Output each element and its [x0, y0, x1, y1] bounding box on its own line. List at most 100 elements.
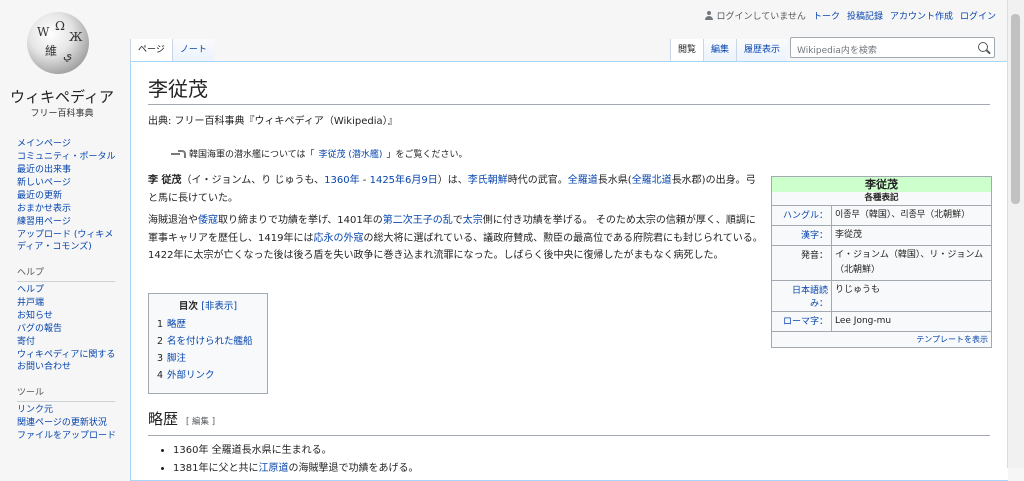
sidebar-heading-tools: ツール	[17, 385, 115, 402]
tab-talk[interactable]: ノート	[171, 39, 214, 61]
text: 海賊退治や	[148, 215, 198, 226]
toc-header: 目次 [非表示]	[157, 298, 259, 312]
toc-item[interactable]: 2 名を付けられた艦船	[157, 336, 259, 348]
search-icon[interactable]	[978, 42, 988, 52]
text: 取り締まりで功績を挙げ、1401年の	[218, 215, 383, 226]
sidebar: メインページ コミュニティ・ポータル 最近の出来事 新しいページ 最近の更新 お…	[0, 139, 130, 444]
toc-link[interactable]: 略歴	[167, 319, 186, 330]
create-account-link[interactable]: アカウント作成	[890, 9, 953, 22]
show-template-link[interactable]: テンプレートを表示	[772, 332, 991, 347]
view-tabs: 閲覧 編集 履歴表示	[670, 39, 788, 62]
tab-page[interactable]: ページ	[130, 39, 172, 62]
sidebar-item-upload-commons[interactable]: アップロード (ウィキメディア・コモンズ)	[17, 230, 119, 253]
wikipedia-logo[interactable]: W Ω Ж 維 ي ウィキペディア フリー百科事典	[0, 0, 130, 125]
joseon-link[interactable]: 李氏朝鮮	[468, 175, 508, 186]
toc-number: 3	[157, 353, 164, 364]
north-jeolla-link[interactable]: 全羅北道	[632, 175, 672, 186]
toc-link[interactable]: 名を付けられた艦船	[167, 336, 253, 347]
globe-icon: W Ω Ж 維 ي	[27, 12, 89, 74]
infobox-value: 이종무（韓国）、리종무（北朝鮮）	[835, 210, 971, 220]
sidebar-item-donate[interactable]: 寄付	[17, 337, 119, 349]
sidebar-item-what-links-here[interactable]: リンク元	[17, 405, 119, 417]
tab-history[interactable]: 履歴表示	[736, 39, 788, 61]
text: 1381年に父と共に	[173, 463, 259, 474]
login-link[interactable]: ログイン	[960, 9, 996, 22]
logo-glyph: ي	[63, 48, 73, 62]
infobox-label-kanji[interactable]: 漢字：	[772, 226, 832, 245]
sidebar-item-contact[interactable]: ウィキペディアに関するお問い合わせ	[17, 350, 119, 373]
logo-glyph: W	[37, 25, 50, 39]
infobox-label-hangul[interactable]: ハングル：	[772, 206, 832, 225]
toc-link[interactable]: 脚注	[167, 353, 186, 364]
sidebar-item-sandbox[interactable]: 練習用ページ	[17, 217, 119, 229]
sidebar-item-upload-file[interactable]: ファイルをアップロード	[17, 431, 119, 443]
sidebar-heading-help: ヘルプ	[17, 265, 115, 282]
section-list: 1360年 全羅道長水県に生まれる。 1381年に父と共に江原道の海賊撃退で功績…	[161, 442, 418, 478]
text: の海賊撃退で功績をあげる。	[288, 463, 419, 474]
sidebar-item-bug-report[interactable]: バグの報告	[17, 324, 119, 336]
infobox-value: りじゅうも	[835, 285, 881, 295]
princes-strife-link[interactable]: 第二次王子の乱	[383, 215, 453, 226]
birth-year-link[interactable]: 1360年	[324, 175, 359, 186]
text: で	[452, 215, 463, 226]
toc-number: 1	[157, 319, 164, 330]
logo-glyph: Ж	[69, 30, 83, 44]
toc-toggle[interactable]: [非表示]	[201, 301, 237, 312]
intro-paragraph-1: 李 従茂（イ・ジョンム、り じゅうも、1360年 - 1425年6月9日）は、李…	[148, 172, 763, 207]
scrollbar-thumb[interactable]	[1011, 14, 1020, 204]
talk-link[interactable]: トーク	[813, 9, 840, 22]
sidebar-help: ヘルプ ヘルプ 井戸端 お知らせ バグの報告 寄付 ウィキペディアに関するお問い…	[17, 265, 130, 373]
namespace-tabs: ページ ノート	[130, 39, 214, 62]
toc-title: 目次	[178, 301, 198, 312]
jeolla-link[interactable]: 全羅道	[568, 175, 598, 186]
article-subject: 李 従茂	[148, 175, 182, 186]
section-heading: 略歴 [ 編集 ]	[148, 406, 990, 436]
disambiguation-icon	[171, 149, 186, 158]
toc-link[interactable]: 外部リンク	[167, 370, 215, 381]
toc-item[interactable]: 1 略歴	[157, 319, 259, 331]
sidebar-item-new-pages[interactable]: 新しいページ	[17, 178, 119, 190]
death-date-link[interactable]: 1425年6月9日	[370, 175, 438, 186]
contributions-link[interactable]: 投稿記録	[847, 9, 883, 22]
infobox-label-japanese-reading[interactable]: 日本語読み：	[772, 281, 832, 311]
infobox-row: 漢字： 李從茂	[772, 226, 991, 246]
text: 時代の武官。	[507, 175, 568, 186]
search-input[interactable]	[791, 41, 973, 61]
wokou-link[interactable]: 倭寇	[198, 215, 218, 226]
intro-paragraph-2: 海賊退治や倭寇取り締まりで功績を挙げ、1401年の第二次王子の乱で太宗側に付き功…	[148, 212, 763, 265]
gangwon-link[interactable]: 江原道	[258, 463, 288, 474]
logo-tagline: フリー百科事典	[30, 109, 94, 119]
sidebar-item-random[interactable]: おまかせ表示	[17, 204, 119, 216]
personal-tools: ログインしていません トーク 投稿記録 アカウント作成 ログイン	[705, 9, 996, 22]
toc-item[interactable]: 4 外部リンク	[157, 370, 259, 382]
hatnote-prefix: 韓国海軍の潜水艦については「	[189, 150, 315, 160]
toc-item[interactable]: 3 脚注	[157, 353, 259, 365]
sidebar-item-notices[interactable]: お知らせ	[17, 311, 119, 323]
tab-edit[interactable]: 編集	[703, 39, 737, 61]
sidebar-item-help[interactable]: ヘルプ	[17, 285, 119, 297]
sidebar-item-recent-changes[interactable]: 最近の更新	[17, 191, 119, 203]
oei-invasion-link[interactable]: 応永の外寇	[313, 233, 363, 244]
infobox: 李従茂 各種表記 ハングル： 이종무（韓国）、리종무（北朝鮮） 漢字： 李從茂 …	[771, 176, 992, 348]
tab-read[interactable]: 閲覧	[670, 39, 704, 62]
infobox-value: 李從茂	[835, 230, 863, 240]
infobox-label-romanization[interactable]: ローマ字：	[772, 312, 832, 331]
list-item: 1381年に父と共に江原道の海賊撃退で功績をあげる。	[173, 460, 418, 478]
scrollbar[interactable]	[1007, 0, 1024, 468]
table-of-contents: 目次 [非表示] 1 略歴 2 名を付けられた艦船 3 脚注 4 外部リンク	[148, 293, 268, 394]
hatnote-suffix: 」をご覧ください。	[386, 150, 468, 160]
infobox-row: ローマ字： Lee Jong-mu	[772, 312, 991, 332]
section-title: 略歴	[148, 410, 179, 428]
sidebar-item-community-portal[interactable]: コミュニティ・ポータル	[17, 152, 119, 164]
section-edit-link[interactable]: [ 編集 ]	[186, 417, 215, 427]
taejong-link[interactable]: 太宗	[463, 215, 483, 226]
site-subtitle: 出典: フリー百科事典『ウィキペディア（Wikipedia）』	[148, 116, 398, 127]
sidebar-item-current-events[interactable]: 最近の出来事	[17, 165, 119, 177]
sidebar-item-main-page[interactable]: メインページ	[17, 139, 119, 151]
sidebar-item-village-pump[interactable]: 井戸端	[17, 298, 119, 310]
hatnote-link[interactable]: 李従茂 (潜水艦)	[319, 147, 383, 160]
text: 長水県(	[597, 175, 632, 186]
logo-glyph: Ω	[55, 19, 65, 33]
toc-number: 2	[157, 336, 164, 347]
sidebar-item-related-changes[interactable]: 関連ページの更新状況	[17, 418, 119, 430]
